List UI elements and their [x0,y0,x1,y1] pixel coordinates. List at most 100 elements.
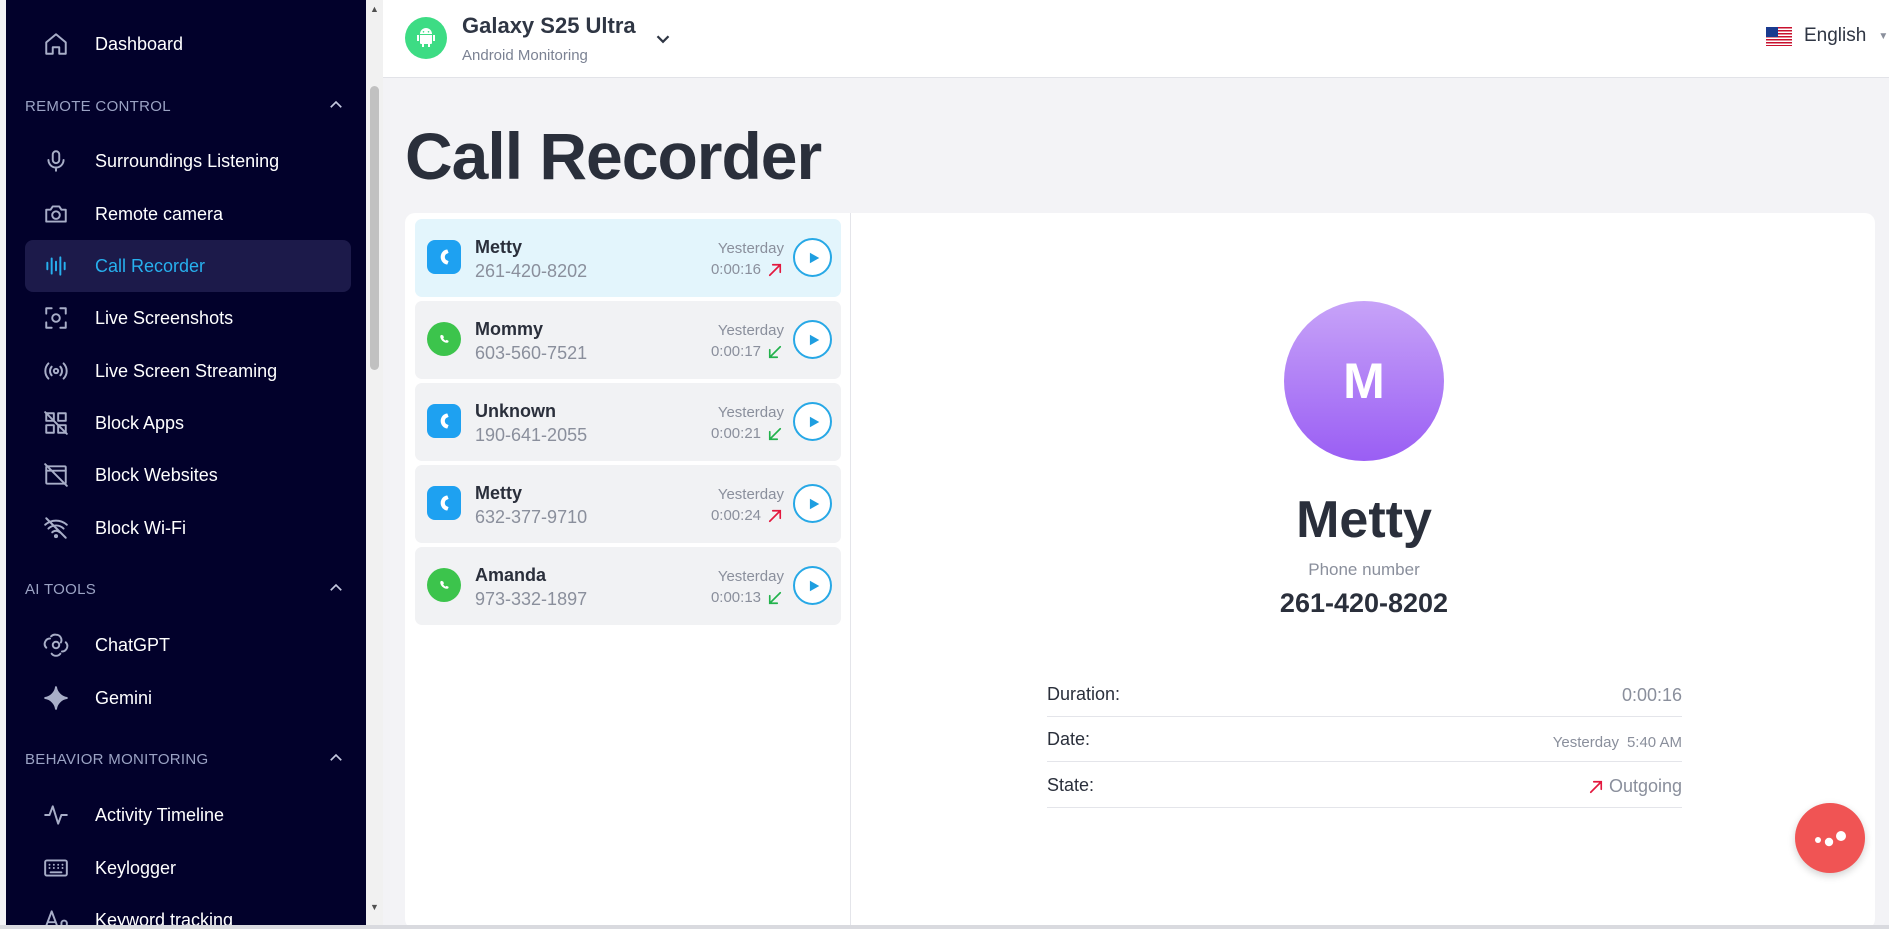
call-list-item[interactable]: Amanda 973-332-1897 Yesterday 0:00:13 [415,547,841,625]
section-behavior-monitoring[interactable]: BEHAVIOR MONITORING [25,747,351,771]
contact-number: 603-560-7521 [475,343,588,363]
sidebar: Dashboard REMOTE CONTROL Surroundings Li… [6,0,366,925]
scrollbar-thumb[interactable] [370,86,379,370]
sidebar-item-chatgpt[interactable]: ChatGPT [25,619,351,671]
call-list-item[interactable]: Mommy 603-560-7521 Yesterday 0:00:17 [415,301,841,379]
section-ai-tools[interactable]: AI TOOLS [25,577,351,601]
duration-label: Duration: [1047,684,1121,704]
outgoing-arrow-icon [766,261,784,279]
incoming-arrow-icon [766,425,784,443]
outgoing-arrow-icon [766,507,784,525]
sidebar-item-activity-timeline[interactable]: Activity Timeline [25,789,351,841]
block-website-icon [43,462,69,488]
contact-avatar: M [1284,301,1444,461]
sidebar-item-label: Gemini [95,688,153,708]
sidebar-item-keyword-tracking[interactable]: Keyword tracking [25,894,351,925]
sidebar-item-gemini[interactable]: Gemini [25,672,351,724]
caret-down-icon: ▼ [1878,30,1889,42]
sidebar-item-label: Block Wi-Fi [95,518,186,538]
wifi-off-icon [43,515,69,541]
contact-name: Metty [475,237,523,257]
window-bottom-border [0,925,1889,929]
sidebar-item-dashboard[interactable]: Dashboard [25,18,351,70]
sidebar-item-surroundings-listening[interactable]: Surroundings Listening [25,135,351,187]
detail-contact-name: Metty [1296,491,1432,549]
us-flag-icon [1766,26,1792,46]
chatgpt-icon [43,632,69,658]
sidebar-item-block-wifi[interactable]: Block Wi-Fi [25,502,351,554]
phone-app-icon [427,240,461,274]
sidebar-item-block-apps[interactable]: Block Apps [25,397,351,449]
sidebar-scrollbar[interactable]: ▲ ▼ [366,0,383,925]
call-list-item[interactable]: Unknown 190-641-2055 Yesterday 0:00:21 [415,383,841,461]
section-remote-control[interactable]: REMOTE CONTROL [25,94,351,118]
chat-support-button[interactable] [1795,803,1865,873]
sidebar-item-label: ChatGPT [95,635,171,655]
call-list-item[interactable]: Metty 632-377-9710 Yesterday 0:00:24 [415,465,841,543]
call-duration: 0:00:24 [710,507,761,524]
call-duration: 0:00:13 [710,589,761,606]
sidebar-item-label: Keylogger [95,858,177,878]
sidebar-item-label: Surroundings Listening [95,151,280,171]
play-button[interactable] [793,320,832,359]
section-label: BEHAVIOR MONITORING [25,751,209,768]
state-row: State: Outgoing [1047,763,1682,808]
call-recorder-card: Metty 261-420-8202 Yesterday 0:00:16 Mom… [405,213,1875,929]
sidebar-item-block-websites[interactable]: Block Websites [25,449,351,501]
text-aa-icon [43,907,69,925]
state-label: State: [1047,775,1095,795]
language-selector[interactable]: English ▼ [1766,25,1888,47]
phone-app-icon [427,486,461,520]
incoming-arrow-icon [766,589,784,607]
sidebar-item-call-recorder[interactable]: Call Recorder [25,240,351,292]
scroll-up-arrow-icon[interactable]: ▲ [370,4,379,14]
screenshot-icon [43,305,69,331]
date-label: Date: [1047,729,1091,749]
call-day: Yesterday [717,568,784,585]
play-button[interactable] [793,566,832,605]
call-day: Yesterday [717,240,784,257]
duration-value: 0:00:16 [1621,685,1682,705]
contact-name: Amanda [475,565,547,585]
play-button[interactable] [793,238,832,277]
sidebar-item-label: Activity Timeline [95,805,225,825]
date-day: Yesterday [1552,734,1619,751]
sidebar-item-live-screenshots[interactable]: Live Screenshots [25,292,351,344]
play-button[interactable] [793,484,832,523]
call-duration: 0:00:17 [710,343,761,360]
avatar-initial: M [1343,353,1385,409]
sidebar-item-live-screen-streaming[interactable]: Live Screen Streaming [25,345,351,397]
call-day: Yesterday [717,404,784,421]
contact-number: 190-641-2055 [475,425,588,445]
state-text: Outgoing [1608,776,1682,796]
play-button[interactable] [793,402,832,441]
chevron-up-icon [327,749,345,767]
home-icon [43,31,69,57]
date-row: Date: Yesterday 5:40 AM [1047,717,1682,762]
soundwave-icon [43,253,69,279]
scroll-down-arrow-icon[interactable]: ▼ [370,902,379,912]
contact-number: 973-332-1897 [475,589,588,609]
sidebar-item-label: Call Recorder [95,256,206,276]
whatsapp-icon [427,322,461,356]
device-dropdown-chevron-icon[interactable] [652,28,674,50]
activity-pulse-icon [43,802,69,828]
sidebar-item-label: Live Screenshots [95,308,234,328]
incoming-arrow-icon [766,343,784,361]
device-name[interactable]: Galaxy S25 Ultra [462,13,636,39]
android-icon[interactable] [405,17,447,59]
call-duration: 0:00:16 [710,261,761,278]
chevron-up-icon [327,579,345,597]
sidebar-item-label: Remote camera [95,204,224,224]
call-list: Metty 261-420-8202 Yesterday 0:00:16 Mom… [405,213,851,929]
sidebar-item-keylogger[interactable]: Keylogger [25,842,351,894]
contact-name: Unknown [475,401,556,421]
detail-phone-number: 261-420-8202 [1279,588,1449,618]
sidebar-item-label: Dashboard [95,34,184,54]
contact-number: 261-420-8202 [475,261,588,281]
sidebar-item-label: Keyword tracking [95,910,234,925]
call-list-item[interactable]: Metty 261-420-8202 Yesterday 0:00:16 [415,219,841,297]
sidebar-item-remote-camera[interactable]: Remote camera [25,188,351,240]
contact-number: 632-377-9710 [475,507,588,527]
block-apps-icon [43,410,69,436]
